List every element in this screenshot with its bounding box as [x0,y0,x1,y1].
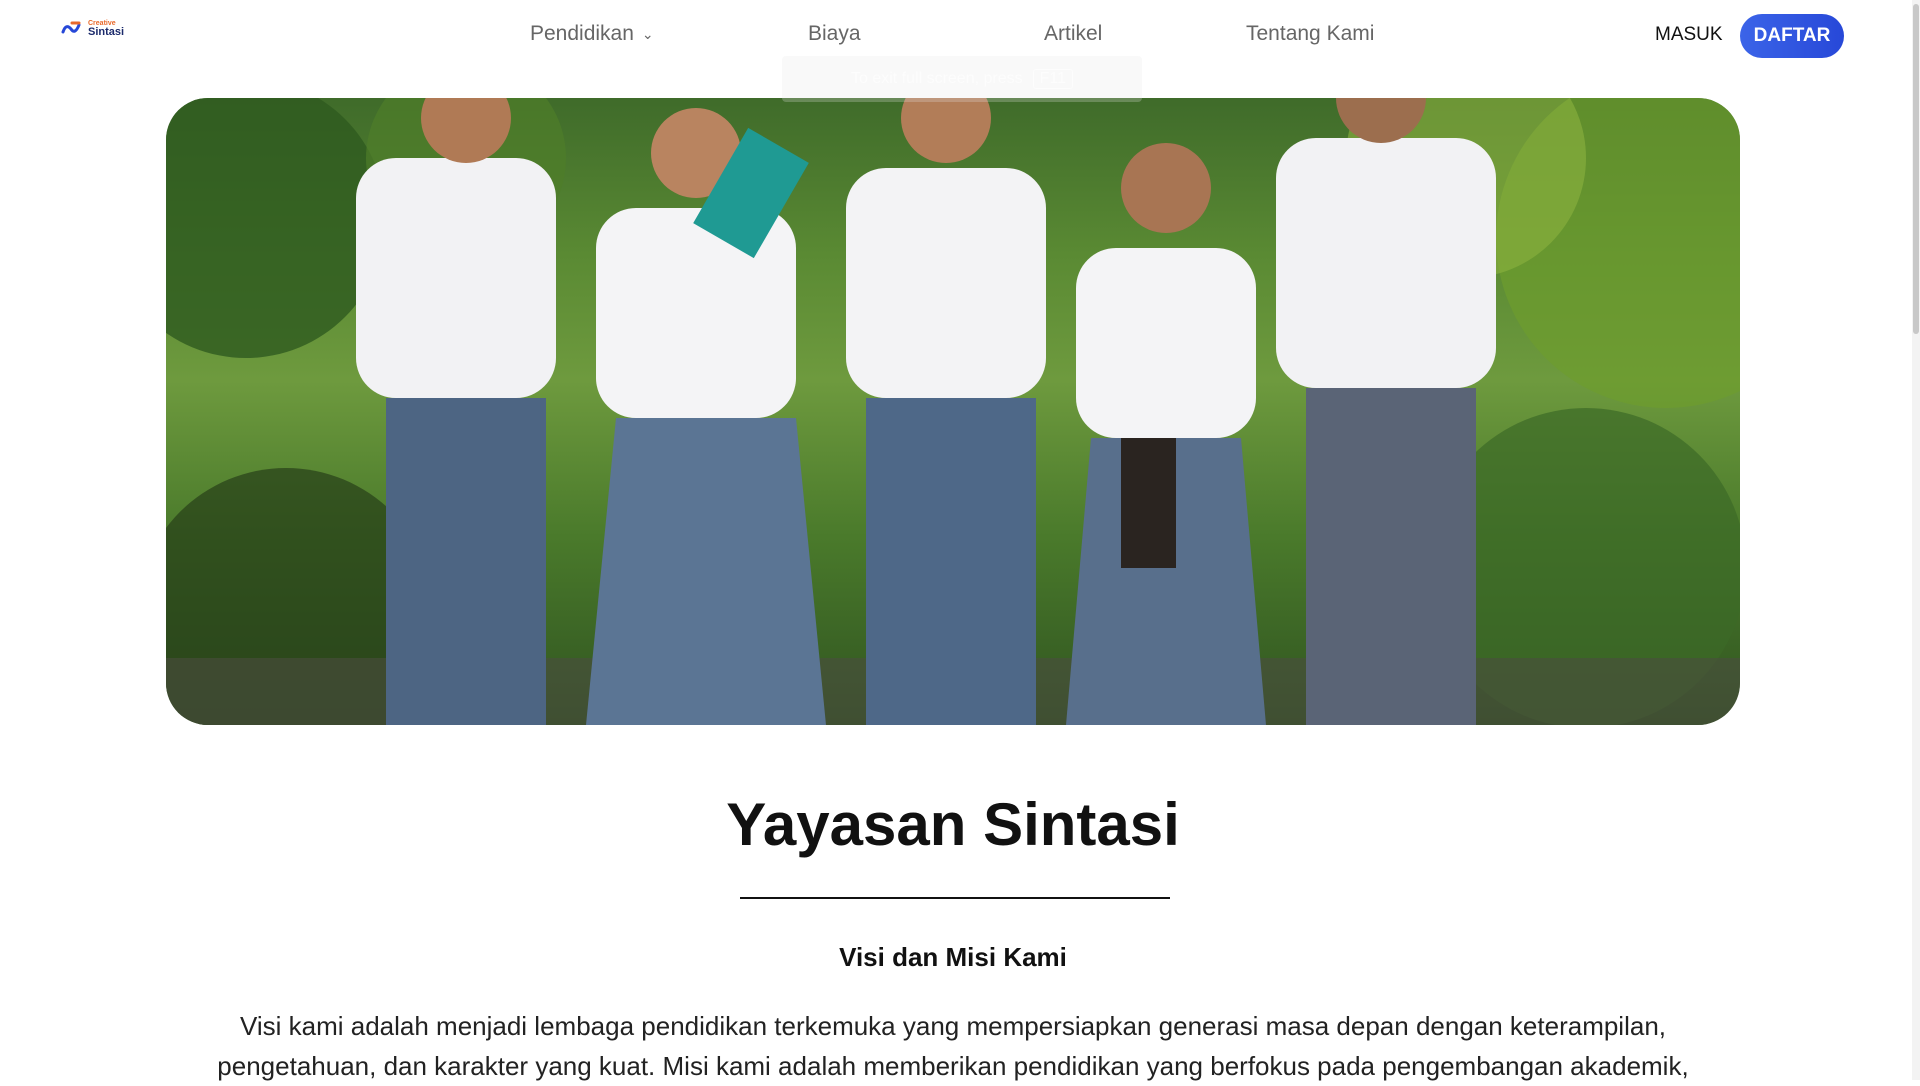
toast-key: F11 [1032,69,1073,89]
page-scrollbar-thumb[interactable] [1913,4,1919,334]
students-photo-illustration [166,98,1740,725]
hero-image [166,98,1740,725]
nav-item-label: Biaya [808,22,861,45]
chevron-down-icon: ⌄ [641,25,654,42]
nav-item-artikel[interactable]: Artikel [1044,22,1102,46]
vision-mission-paragraph: Visi kami adalah menjadi lembaga pendidi… [217,1011,1689,1081]
nav-item-label: Tentang Kami [1246,22,1375,45]
login-button[interactable]: MASUK [1655,24,1723,46]
section-subtitle: Visi dan Misi Kami [839,942,1067,972]
title-divider [740,897,1170,899]
fullscreen-toast: To exit full screen, press F11 [782,56,1142,102]
nav-item-label: Artikel [1044,22,1103,45]
nav-item-label: Pendidikan [530,22,634,45]
nav-item-pendidikan[interactable]: Pendidikan ⌄ [530,22,654,46]
register-button[interactable]: DAFTAR [1740,14,1844,58]
main-nav: Pendidikan ⌄ Biaya Artikel Tentang Kami [0,22,1920,52]
toast-text: To exit full screen, press [850,70,1023,87]
nav-item-tentang-kami[interactable]: Tentang Kami [1246,22,1374,46]
page-title: Yayasan Sintasi [726,791,1180,858]
nav-item-biaya[interactable]: Biaya [808,22,861,46]
